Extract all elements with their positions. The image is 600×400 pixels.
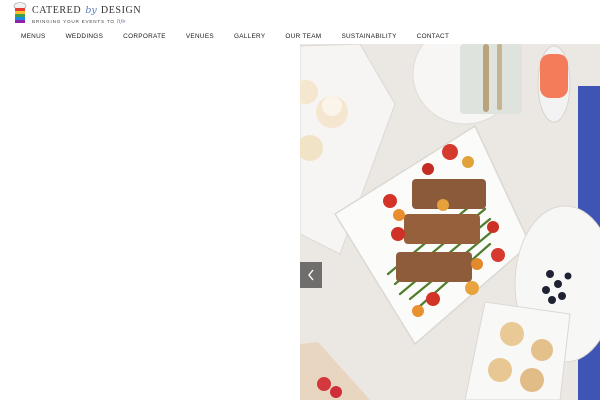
logo-tagline: BRINGING YOUR EVENTS TO life xyxy=(32,19,126,25)
main-navigation: MENUS WEDDINGS CORPORATE VENUES GALLERY … xyxy=(0,31,459,45)
nav-item-corporate[interactable]: CORPORATE xyxy=(113,31,176,45)
nav-item-weddings[interactable]: WEDDINGS xyxy=(56,31,114,45)
logo-wordmark: CATERED by DESIGN xyxy=(32,5,142,16)
nav-item-gallery[interactable]: GALLERY xyxy=(224,31,275,45)
hero-slide-image xyxy=(300,44,600,400)
nav-item-venues[interactable]: VENUES xyxy=(176,31,224,45)
nav-item-our-team[interactable]: OUR TEAM xyxy=(275,31,331,45)
chef-hat-logo-icon xyxy=(13,2,27,23)
food-platter-photo xyxy=(300,44,600,400)
nav-item-sustainability[interactable]: SUSTAINABILITY xyxy=(331,31,406,45)
nav-item-contact[interactable]: CONTACT xyxy=(407,31,460,45)
site-logo[interactable]: CATERED by DESIGN BRINGING YOUR EVENTS T… xyxy=(12,2,141,30)
chevron-left-icon xyxy=(308,269,314,281)
nav-item-menus[interactable]: MENUS xyxy=(0,31,56,45)
slider-prev-button[interactable] xyxy=(300,262,322,288)
